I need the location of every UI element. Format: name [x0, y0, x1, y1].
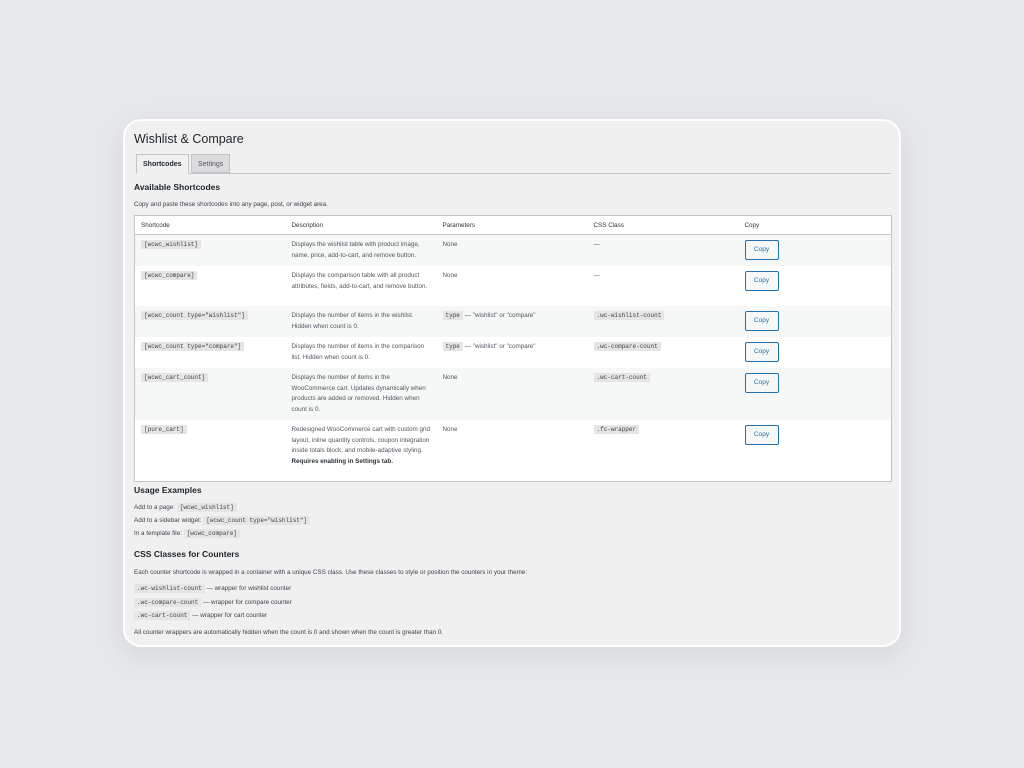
- shortcode-parameters: type — "wishlist" or "compare": [437, 337, 588, 368]
- usage-example: Add to a page: [wcwc_wishlist]: [134, 503, 237, 512]
- table-row: [wcwc_compare] Displays the comparison t…: [135, 266, 892, 306]
- table-row: [wcwc_count type="compare"] Displays the…: [135, 337, 892, 368]
- shortcode-parameters: None: [442, 426, 458, 433]
- shortcode-parameters: None: [436, 368, 588, 420]
- usage-code: [wcwc_compare]: [183, 529, 241, 538]
- usage-examples-heading: Usage Examples: [134, 485, 202, 495]
- css-class-code: .wc-cart-count: [134, 611, 191, 620]
- css-classes-footer: All counter wrappers are automatically h…: [134, 629, 444, 636]
- copy-button[interactable]: Copy: [744, 425, 779, 445]
- page-title: Wishlist & Compare: [134, 132, 244, 146]
- column-header-copy: Copy: [738, 215, 892, 235]
- param-code: type: [442, 311, 463, 320]
- shortcode-css-class: —: [587, 234, 739, 266]
- shortcode-code: [wcwc_count type="wishlist"]: [141, 311, 248, 320]
- usage-label: Add to a sidebar widget:: [134, 517, 202, 524]
- table-header-row: Shortcode Description Parameters CSS Cla…: [134, 215, 892, 235]
- settings-requirement-note: Requires enabling in Settings tab.: [291, 457, 393, 465]
- usage-label: Add to a page:: [134, 504, 175, 511]
- shortcode-description: Displays the number of items in the wish…: [285, 306, 437, 337]
- css-class-desc: — wrapper for wishlist counter: [206, 585, 292, 592]
- copy-button[interactable]: Copy: [744, 342, 779, 362]
- table-row: [wcwc_cart_count] Displays the number of…: [134, 368, 892, 420]
- css-classes-intro: Each counter shortcode is wrapped in a c…: [134, 569, 528, 576]
- param-code: type: [442, 342, 463, 351]
- tab-shortcodes[interactable]: Shortcodes: [136, 154, 189, 174]
- table-row: [wcwc_count type="wishlist"] Displays th…: [134, 306, 892, 337]
- css-class-desc: — wrapper for compare counter: [202, 599, 292, 606]
- shortcode-code: [wcwc_cart_count]: [141, 373, 209, 382]
- shortcode-description: Displays the number of items in the WooC…: [285, 368, 437, 420]
- shortcode-code: [wcwc_count type="compare"]: [141, 342, 245, 351]
- column-header-description: Description: [285, 215, 437, 235]
- usage-label: In a template file:: [134, 530, 182, 537]
- usage-code: [wcwc_count type="wishlist"]: [203, 516, 311, 525]
- css-class-item: .wc-compare-count — wrapper for compare …: [134, 598, 292, 607]
- column-header-css-class: CSS Class: [587, 215, 739, 235]
- tab-bar: Shortcodes Settings: [136, 153, 891, 174]
- shortcode-description: Redesigned WooCommerce cart with custom …: [291, 426, 430, 454]
- shortcode-description-cell: Redesigned WooCommerce cart with custom …: [286, 420, 437, 481]
- shortcode-description: Displays the wishlist table with product…: [285, 234, 437, 266]
- column-header-parameters: Parameters: [436, 215, 588, 235]
- shortcode-parameters: None: [442, 272, 458, 279]
- shortcodes-intro: Copy and paste these shortcodes into any…: [134, 201, 328, 208]
- shortcode-css-class: —: [593, 272, 600, 279]
- usage-example: Add to a sidebar widget: [wcwc_count typ…: [134, 516, 311, 525]
- param-text: — "wishlist" or "compare": [464, 312, 536, 319]
- shortcode-code: [pure_cart]: [141, 425, 187, 434]
- param-text: — "wishlist" or "compare": [464, 343, 536, 350]
- usage-code: [wcwc_wishlist]: [176, 503, 237, 512]
- tab-settings[interactable]: Settings: [191, 154, 231, 173]
- css-classes-heading: CSS Classes for Counters: [134, 549, 240, 559]
- css-class-code: .fc-wrapper: [593, 425, 640, 434]
- shortcode-code: [wcwc_compare]: [141, 271, 198, 280]
- copy-button[interactable]: Copy: [744, 271, 779, 291]
- copy-button[interactable]: Copy: [744, 311, 779, 331]
- css-class-code: .wc-wishlist-count: [134, 584, 205, 593]
- css-class-item: .wc-cart-count — wrapper for cart counte…: [134, 611, 268, 620]
- table-row: [wcwc_wishlist] Displays the wishlist ta…: [134, 234, 892, 266]
- table-row: [pure_cart] Redesigned WooCommerce cart …: [135, 420, 892, 481]
- copy-button[interactable]: Copy: [744, 373, 779, 393]
- css-class-code: .wc-compare-count: [593, 342, 661, 351]
- shortcode-code: [wcwc_wishlist]: [141, 240, 202, 249]
- shortcode-description: Displays the comparison table with all p…: [291, 272, 428, 290]
- admin-panel-card: Wishlist & Compare Shortcodes Settings A…: [123, 119, 901, 647]
- shortcode-parameters: None: [436, 234, 588, 266]
- usage-example: In a template file: [wcwc_compare]: [134, 529, 241, 538]
- css-class-desc: — wrapper for cart counter: [192, 612, 268, 619]
- css-class-code: .wc-compare-count: [134, 598, 202, 607]
- copy-button[interactable]: Copy: [744, 240, 779, 260]
- css-class-code: .wc-wishlist-count: [593, 311, 665, 320]
- css-class-code: .wc-cart-count: [593, 373, 650, 382]
- shortcode-parameters: type — "wishlist" or "compare": [436, 306, 588, 337]
- css-class-item: .wc-wishlist-count — wrapper for wishlis…: [134, 584, 292, 593]
- shortcodes-table: Shortcode Description Parameters CSS Cla…: [134, 215, 892, 482]
- shortcode-description: Displays the number of items in the comp…: [291, 343, 425, 361]
- column-header-shortcode: Shortcode: [134, 215, 286, 235]
- available-shortcodes-heading: Available Shortcodes: [134, 182, 221, 192]
